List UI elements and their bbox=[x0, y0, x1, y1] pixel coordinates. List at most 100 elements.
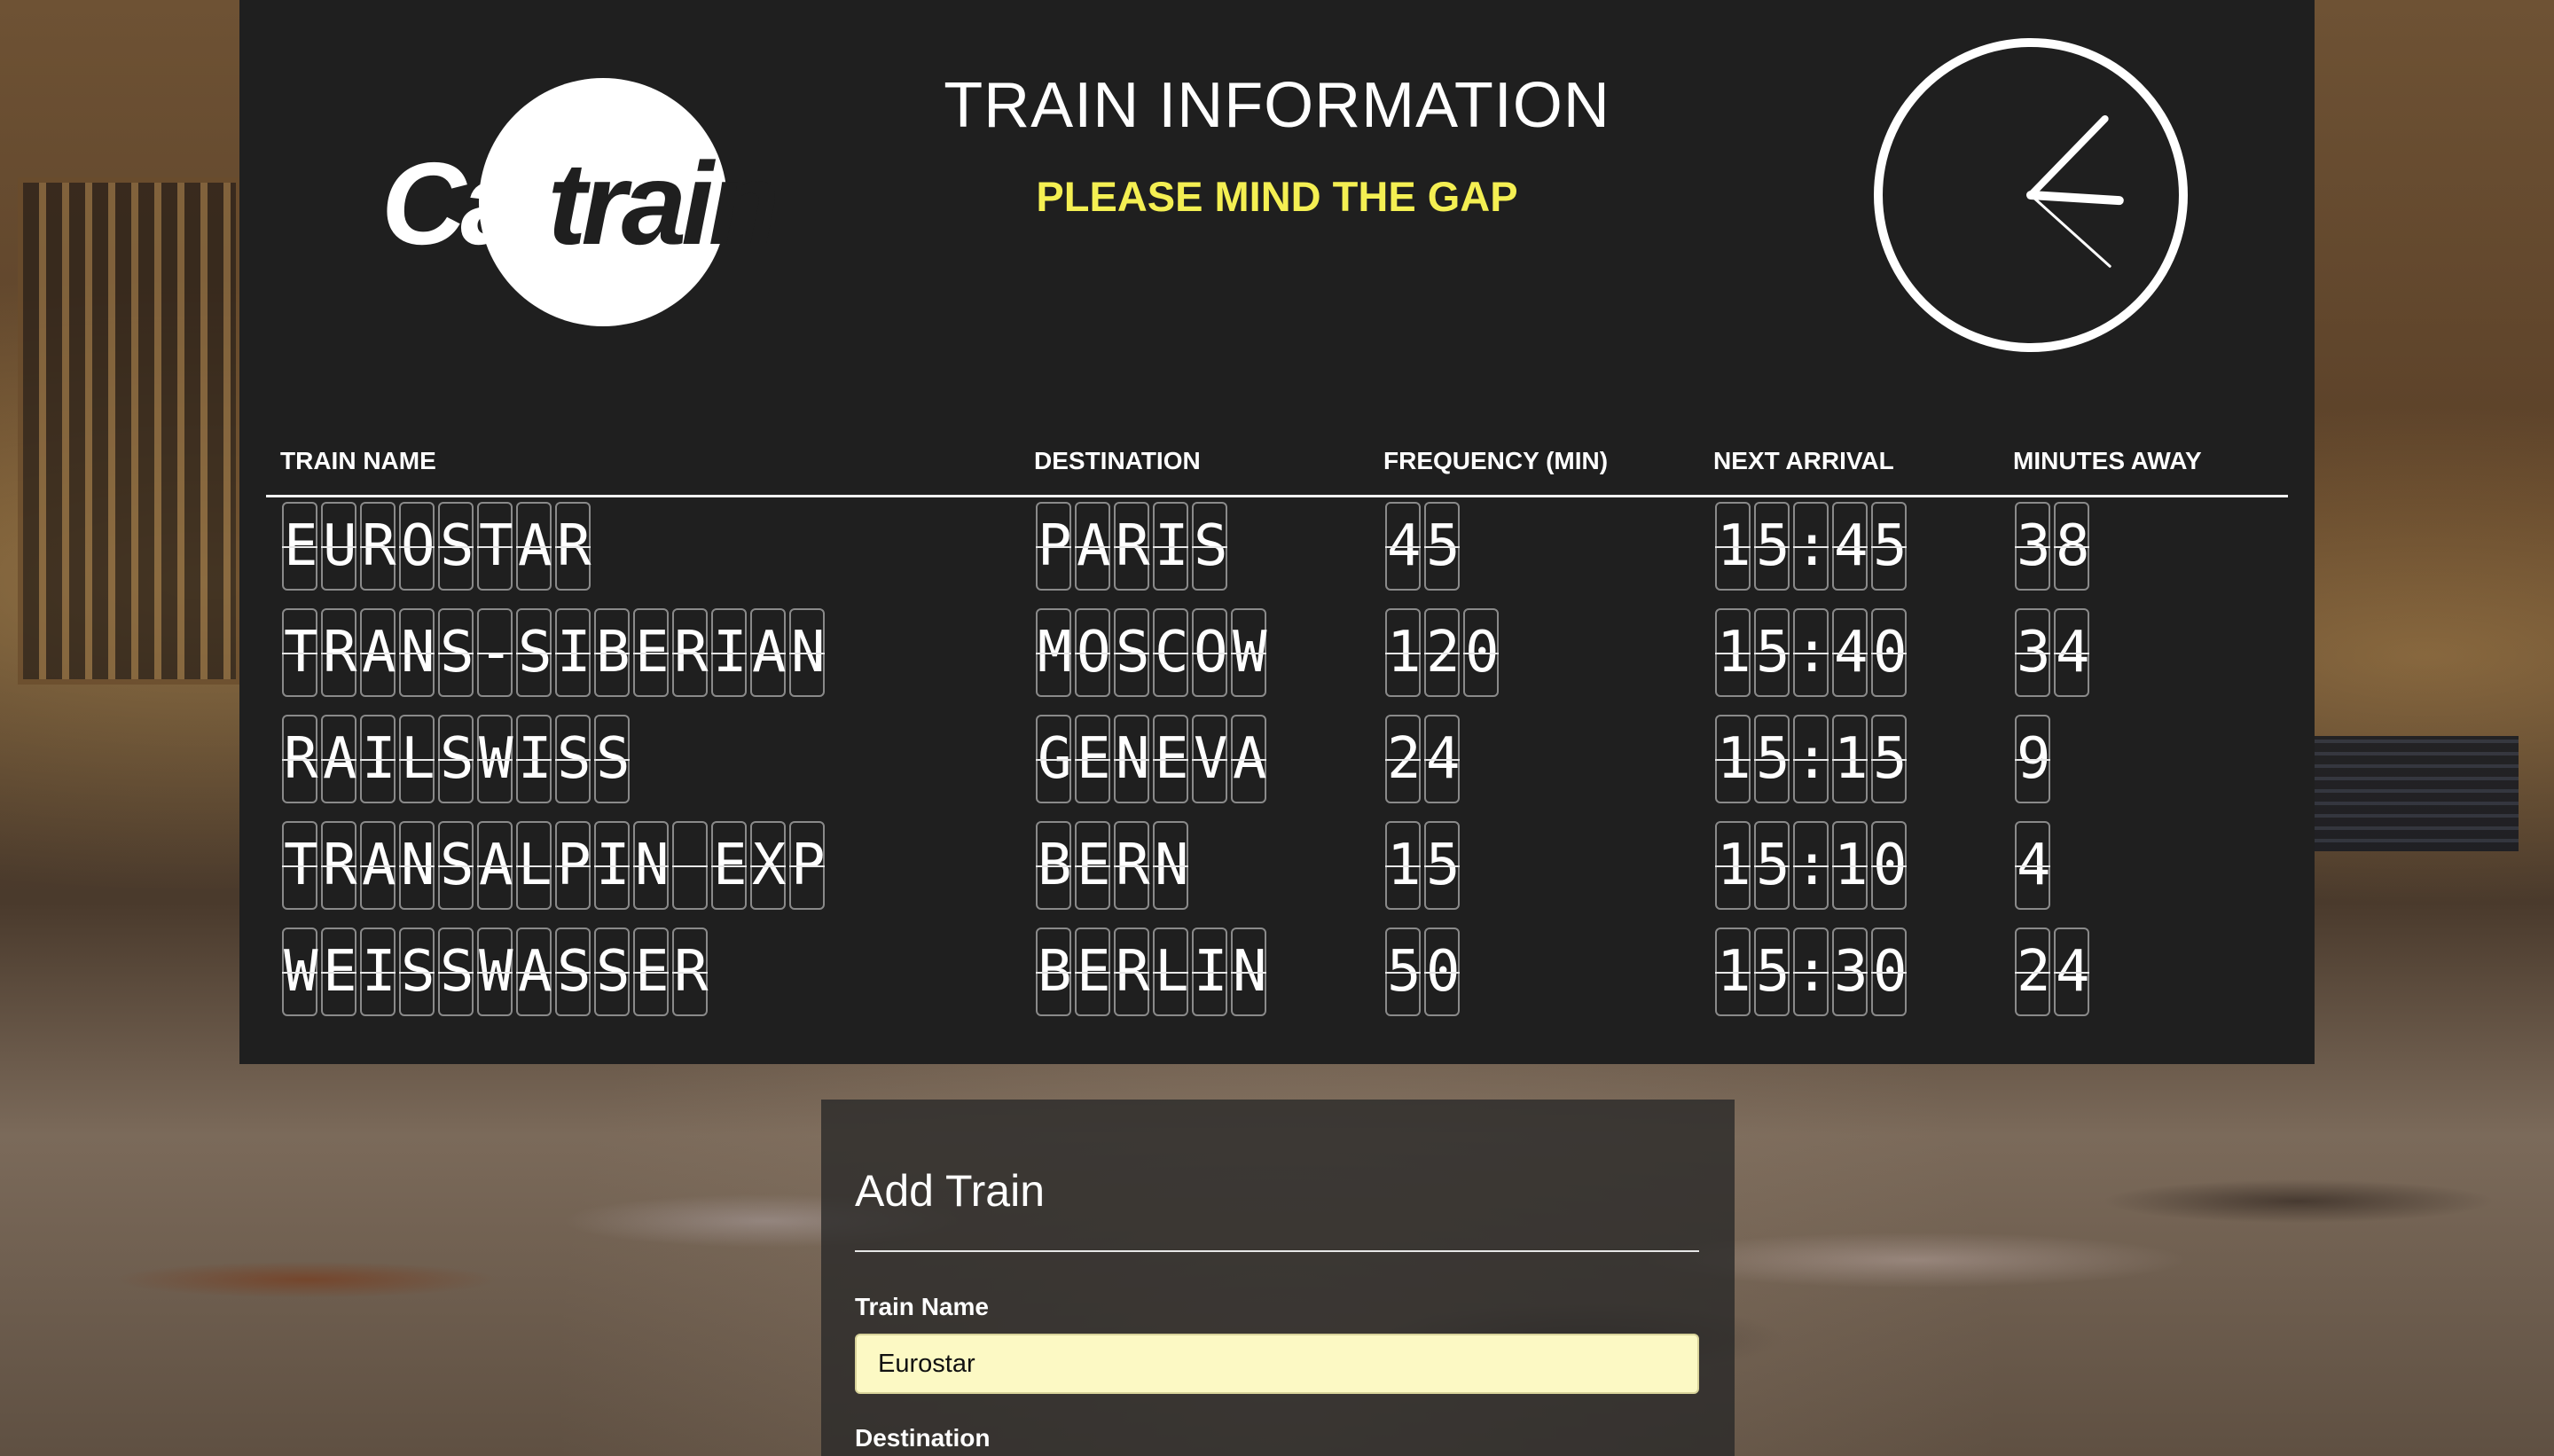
flap-character: B bbox=[1036, 928, 1072, 1016]
flap-character: 1 bbox=[1385, 821, 1422, 910]
flap-character: 5 bbox=[1424, 821, 1461, 910]
flap-character: : bbox=[1793, 715, 1829, 803]
flap-character: 3 bbox=[2015, 608, 2051, 697]
flap-character: T bbox=[282, 821, 318, 910]
flap-character: 5 bbox=[1871, 715, 1908, 803]
flap-character: P bbox=[789, 821, 826, 910]
flap-character: W bbox=[1231, 608, 1267, 697]
table-row: RAILSWISSGENEVA2415:159 bbox=[239, 715, 2315, 810]
flap-character: S bbox=[438, 608, 474, 697]
flap-character: 1 bbox=[1715, 928, 1751, 1016]
destination-cell: PARIS bbox=[1036, 502, 1231, 594]
add-train-form: Add Train Train Name Destination bbox=[821, 1100, 1735, 1456]
train-name-cell: WEISSWASSER bbox=[282, 928, 711, 1020]
flap-character: 4 bbox=[2054, 928, 2090, 1016]
flap-character bbox=[672, 821, 708, 910]
flap-character: E bbox=[321, 928, 357, 1016]
clock-icon bbox=[1874, 38, 2188, 352]
flap-character: 2 bbox=[1385, 715, 1422, 803]
flap-character: R bbox=[555, 502, 591, 591]
background-departure-board bbox=[2315, 736, 2519, 851]
train-name-cell: EUROSTAR bbox=[282, 502, 594, 594]
minutes-away-cell: 24 bbox=[2015, 928, 2093, 1020]
flap-character: 1 bbox=[1832, 821, 1868, 910]
flap-character: R bbox=[1114, 928, 1150, 1016]
form-divider bbox=[855, 1250, 1699, 1252]
flap-character: I bbox=[1153, 502, 1189, 591]
flap-character: 0 bbox=[1871, 608, 1908, 697]
flap-character: 1 bbox=[1832, 715, 1868, 803]
flap-character: I bbox=[360, 715, 396, 803]
flap-character: S bbox=[438, 715, 474, 803]
form-title: Add Train bbox=[855, 1166, 1046, 1216]
flap-character: 0 bbox=[1424, 928, 1461, 1016]
minutes-away-cell: 34 bbox=[2015, 608, 2093, 701]
clock-hour-hand bbox=[2026, 191, 2124, 206]
flap-character: S bbox=[555, 715, 591, 803]
flap-character: 2 bbox=[2015, 928, 2051, 1016]
frequency-cell: 24 bbox=[1385, 715, 1463, 807]
flap-character: E bbox=[1075, 928, 1111, 1016]
flap-character: A bbox=[477, 821, 513, 910]
flap-character: 4 bbox=[1424, 715, 1461, 803]
column-header-next-arrival: NEXT ARRIVAL bbox=[1713, 447, 1894, 474]
flap-character: O bbox=[1075, 608, 1111, 697]
flap-character: : bbox=[1793, 928, 1829, 1016]
flap-character: : bbox=[1793, 608, 1829, 697]
flap-character: 5 bbox=[1754, 821, 1790, 910]
destination-cell: BERN bbox=[1036, 821, 1192, 913]
table-row: TRANS-SIBERIANMOSCOW12015:4034 bbox=[239, 608, 2315, 704]
frequency-cell: 45 bbox=[1385, 502, 1463, 594]
flap-character: N bbox=[789, 608, 826, 697]
flap-character: 0 bbox=[1871, 821, 1908, 910]
train-table-header: TRAIN NAME DESTINATION FREQUENCY (MIN) N… bbox=[266, 445, 2288, 497]
column-header-train-name: TRAIN NAME bbox=[280, 447, 436, 474]
flap-character: C bbox=[1153, 608, 1189, 697]
flap-character: 1 bbox=[1715, 502, 1751, 591]
flap-character: S bbox=[438, 928, 474, 1016]
flap-character: S bbox=[1114, 608, 1150, 697]
flap-character: 8 bbox=[2054, 502, 2090, 591]
flap-character: R bbox=[672, 928, 709, 1016]
train-name-input[interactable] bbox=[855, 1334, 1699, 1394]
flap-character: 4 bbox=[2015, 821, 2051, 910]
flap-character: T bbox=[477, 502, 513, 591]
flap-character: 4 bbox=[1832, 502, 1868, 591]
flap-character: 9 bbox=[2015, 715, 2051, 803]
flap-character: 1 bbox=[1715, 608, 1751, 697]
table-row: EUROSTARPARIS4515:4538 bbox=[239, 502, 2315, 598]
flap-character: S bbox=[594, 928, 631, 1016]
flap-character: S bbox=[594, 715, 631, 803]
flap-character: N bbox=[1114, 715, 1150, 803]
flap-character: 2 bbox=[1424, 608, 1461, 697]
flap-character: R bbox=[282, 715, 318, 803]
flap-character: E bbox=[711, 821, 748, 910]
flap-character: E bbox=[282, 502, 318, 591]
column-header-minutes-away: MINUTES AWAY bbox=[2013, 447, 2202, 474]
flap-character: 0 bbox=[1871, 928, 1908, 1016]
flap-character: 1 bbox=[1385, 608, 1422, 697]
flap-character: V bbox=[1192, 715, 1228, 803]
flap-character: E bbox=[1075, 821, 1111, 910]
flap-character: 3 bbox=[2015, 502, 2051, 591]
flap-character: E bbox=[633, 608, 670, 697]
next-arrival-cell: 15:30 bbox=[1715, 928, 1910, 1020]
table-row: WEISSWASSERBERLIN5015:3024 bbox=[239, 928, 2315, 1023]
flap-character: S bbox=[399, 928, 435, 1016]
flap-character: I bbox=[360, 928, 396, 1016]
flap-character: I bbox=[516, 715, 552, 803]
flap-character: N bbox=[399, 608, 435, 697]
flap-character: O bbox=[1192, 608, 1228, 697]
flap-character: 4 bbox=[1385, 502, 1422, 591]
flap-character: S bbox=[516, 608, 552, 697]
flap-character: 5 bbox=[1754, 608, 1790, 697]
flap-character: A bbox=[360, 608, 396, 697]
next-arrival-cell: 15:10 bbox=[1715, 821, 1910, 913]
flap-character: I bbox=[594, 821, 631, 910]
train-name-cell: RAILSWISS bbox=[282, 715, 633, 807]
flap-character: 5 bbox=[1754, 502, 1790, 591]
flap-character: R bbox=[672, 608, 709, 697]
flap-character: N bbox=[1231, 928, 1267, 1016]
flap-character: S bbox=[555, 928, 591, 1016]
flap-character: 1 bbox=[1715, 715, 1751, 803]
